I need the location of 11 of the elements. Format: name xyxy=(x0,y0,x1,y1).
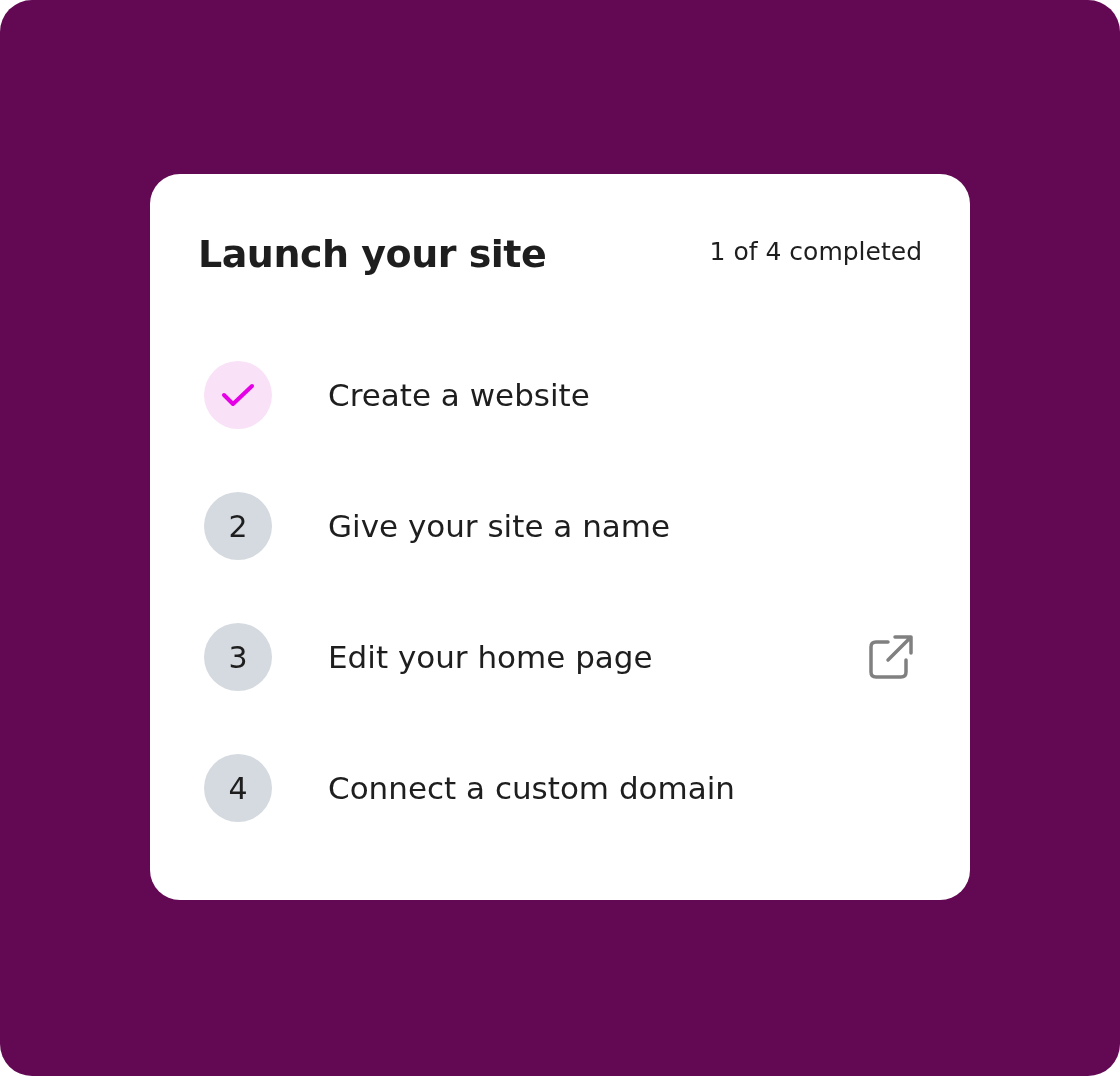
checkmark-icon xyxy=(221,382,255,408)
step-number: 4 xyxy=(204,754,272,822)
step-number: 2 xyxy=(204,492,272,560)
step-label[interactable]: Create a website xyxy=(328,371,922,419)
external-link-icon[interactable] xyxy=(868,634,914,680)
step-label[interactable]: Edit your home page xyxy=(328,633,868,681)
step-label[interactable]: Connect a custom domain xyxy=(328,764,922,812)
step-label[interactable]: Give your site a name xyxy=(328,502,922,550)
step-number: 3 xyxy=(204,623,272,691)
card-title: Launch your site xyxy=(198,231,547,278)
progress-text: 1 of 4 completed xyxy=(709,236,922,269)
